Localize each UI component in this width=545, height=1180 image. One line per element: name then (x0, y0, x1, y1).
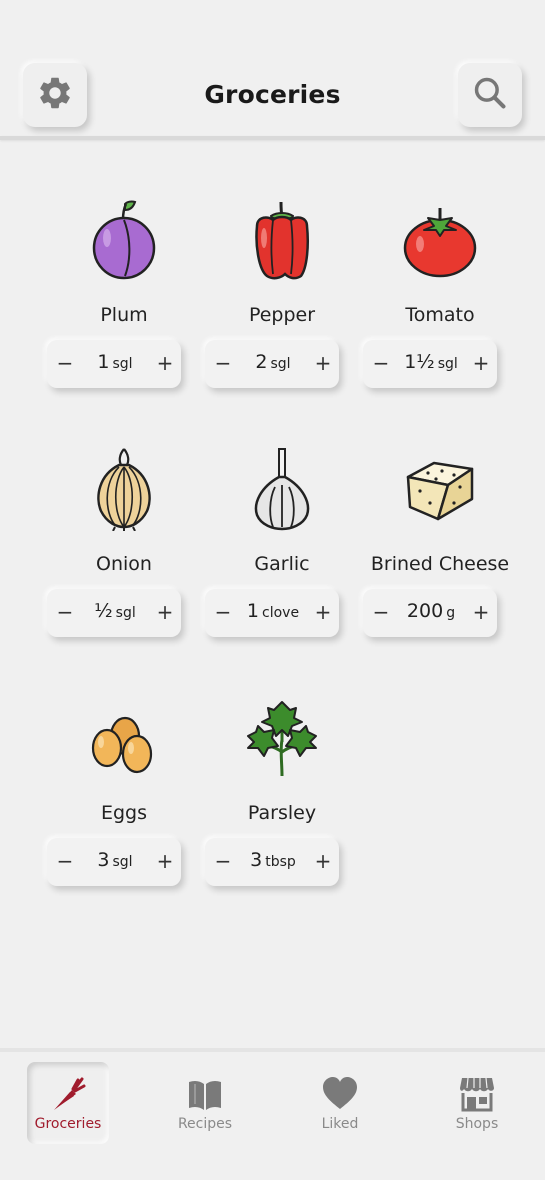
quantity-value: 1 sgl (97, 351, 133, 373)
quantity-value: 3 sgl (97, 849, 133, 871)
nav-item-liked[interactable]: Liked (299, 1062, 381, 1144)
quantity-stepper: − 2 sgl + (205, 340, 339, 388)
quantity-stepper: − 1½ sgl + (363, 340, 497, 388)
search-button[interactable] (458, 63, 522, 127)
item-name: Parsley (247, 802, 317, 824)
nav-label: Groceries (34, 1116, 102, 1132)
decrement-button[interactable]: − (369, 350, 393, 376)
increment-button[interactable]: + (153, 848, 177, 874)
nav-label: Recipes (177, 1116, 233, 1132)
decrement-button[interactable]: − (53, 350, 77, 376)
increment-button[interactable]: + (311, 350, 335, 376)
pepper-icon (242, 198, 322, 282)
carrot-icon (50, 1076, 86, 1112)
book-icon (187, 1076, 223, 1112)
quantity-value: 2 sgl (255, 351, 291, 373)
bottom-navigation: Groceries Recipes Liked Shops (0, 1048, 545, 1180)
item-name: Tomato (405, 304, 475, 326)
nav-label: Liked (321, 1116, 359, 1132)
decrement-button[interactable]: − (53, 848, 77, 874)
search-icon (471, 74, 509, 116)
nav-label: Shops (455, 1116, 499, 1132)
increment-button[interactable]: + (153, 350, 177, 376)
garlic-icon (242, 447, 322, 531)
plum-icon (84, 198, 164, 282)
quantity-value: 3 tbsp (250, 849, 296, 871)
increment-button[interactable]: + (153, 599, 177, 625)
increment-button[interactable]: + (469, 599, 493, 625)
quantity-stepper: − 1 sgl + (47, 340, 181, 388)
cheese-icon (400, 447, 480, 531)
increment-button[interactable]: + (311, 599, 335, 625)
quantity-value: 200 g (406, 600, 456, 622)
onion-icon (84, 447, 164, 531)
nav-item-groceries[interactable]: Groceries (27, 1062, 109, 1144)
quantity-stepper: − 200 g + (363, 589, 497, 637)
quantity-stepper: − ½ sgl + (47, 589, 181, 637)
decrement-button[interactable]: − (211, 350, 235, 376)
eggs-icon (84, 696, 164, 780)
quantity-value: ½ sgl (94, 600, 136, 622)
decrement-button[interactable]: − (369, 599, 393, 625)
increment-button[interactable]: + (469, 350, 493, 376)
app-header: Groceries (0, 0, 545, 140)
tomato-icon (400, 198, 480, 282)
increment-button[interactable]: + (311, 848, 335, 874)
quantity-stepper: − 3 tbsp + (205, 838, 339, 886)
decrement-button[interactable]: − (211, 599, 235, 625)
shop-icon (459, 1076, 495, 1112)
decrement-button[interactable]: − (53, 599, 77, 625)
quantity-value: 1 clove (246, 600, 300, 622)
header-divider (0, 136, 545, 140)
decrement-button[interactable]: − (211, 848, 235, 874)
quantity-stepper: − 1 clove + (205, 589, 339, 637)
item-name: Brined Cheese (370, 553, 510, 575)
quantity-stepper: − 3 sgl + (47, 838, 181, 886)
heart-icon (322, 1076, 358, 1112)
quantity-value: 1½ sgl (404, 351, 458, 373)
nav-item-shops[interactable]: Shops (436, 1062, 518, 1144)
nav-item-recipes[interactable]: Recipes (164, 1062, 246, 1144)
parsley-icon (242, 696, 322, 780)
